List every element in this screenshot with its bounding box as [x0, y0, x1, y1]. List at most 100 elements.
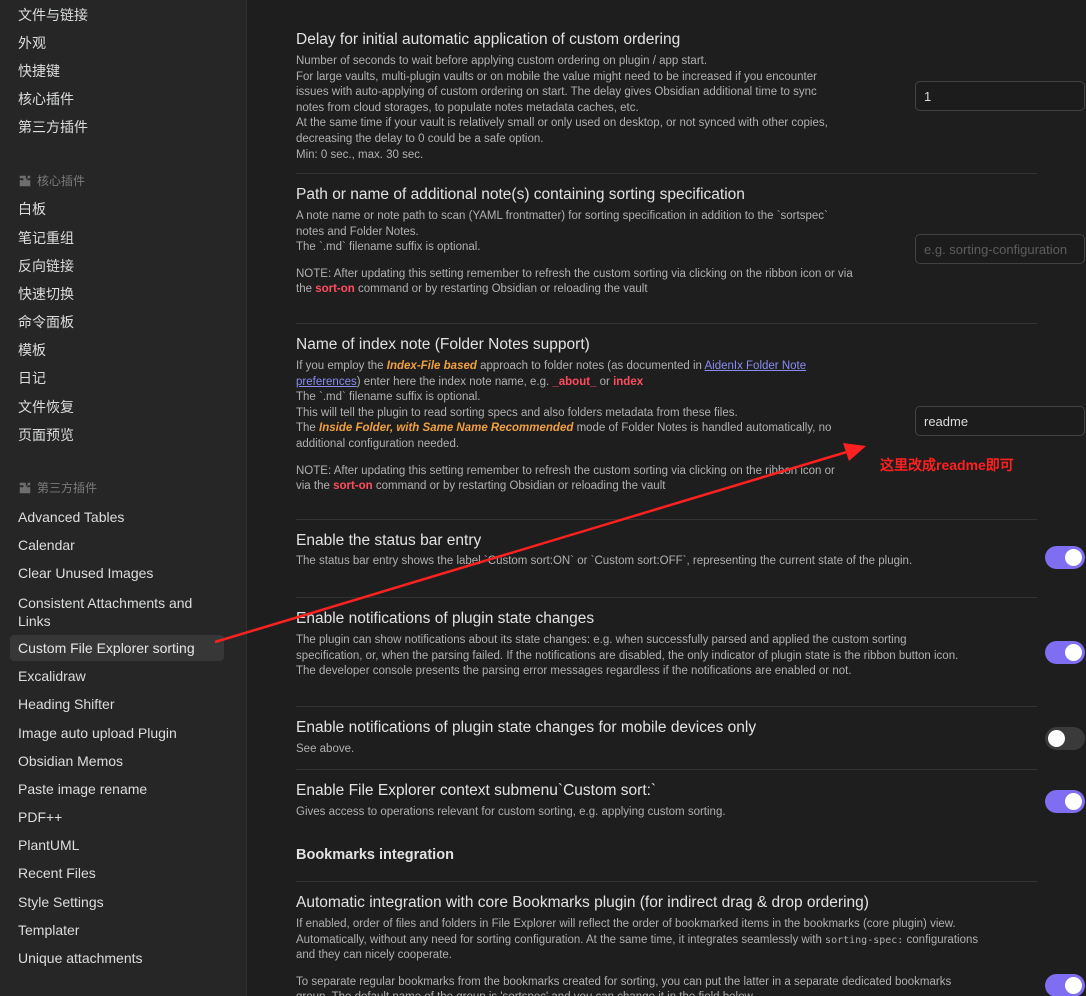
- sidebar-item-calendar[interactable]: Calendar: [10, 532, 224, 558]
- settings-sidebar: 文件与链接 外观 快捷键 核心插件 第三方插件 核心插件 白板 笔记重组 反向链接 快速切换命…: [0, 0, 247, 996]
- toggle-knob: [1065, 549, 1082, 566]
- setting-title: Delay for initial automatic application …: [296, 31, 681, 48]
- desc-text: The: [296, 422, 320, 435]
- toggle-knob: [1065, 977, 1082, 994]
- setting-status-bar: Enable the status bar entry The status b…: [296, 520, 1085, 598]
- desc-line: For large vaults, multi-plugin vaults or…: [296, 70, 817, 114]
- delay-input[interactable]: [915, 81, 1085, 111]
- setting-description: The status bar entry shows the label `Cu…: [296, 555, 913, 567]
- sidebar-item-item[interactable]: 反向链接: [10, 253, 224, 279]
- desc-text: If you employ the: [296, 360, 387, 372]
- setting-description: If enabled, order of files and folders i…: [296, 917, 986, 996]
- sidebar-item-item[interactable]: 日记: [10, 365, 224, 391]
- desc-line: This will tell the plugin to read sortin…: [296, 406, 738, 419]
- sidebar-item-item[interactable]: 笔记重组: [10, 225, 224, 251]
- puzzle-icon: [19, 482, 31, 494]
- setting-title: Automatic integration with core Bookmark…: [296, 894, 869, 911]
- sidebar-item-item[interactable]: 快速切换: [10, 281, 224, 307]
- community-plugins-header: 第三方插件: [18, 479, 97, 497]
- sidebar-item-item[interactable]: 白板: [10, 196, 224, 222]
- desc-text: ) enter here the index note name, e.g.: [356, 375, 553, 388]
- toggle-knob: [1065, 644, 1082, 661]
- example-keyword: _about_: [552, 375, 597, 388]
- setting-title: Name of index note (Folder Notes support…: [296, 336, 590, 353]
- setting-title: Enable the status bar entry: [296, 532, 482, 549]
- setting-description: Gives access to operations relevant for …: [296, 806, 726, 818]
- setting-notifications: Enable notifications of plugin state cha…: [296, 598, 1085, 707]
- desc-line: The `.md` filename suffix is optional.: [296, 241, 481, 254]
- sidebar-item-plantuml[interactable]: PlantUML: [10, 832, 224, 858]
- note-text: command or by restarting Obsidian or rel…: [372, 480, 666, 493]
- sidebar-item-clear-unused-images[interactable]: Clear Unused Images: [10, 560, 224, 586]
- sidebar-item-item[interactable]: 核心插件: [10, 86, 224, 112]
- puzzle-icon: [19, 175, 31, 187]
- index-note-input[interactable]: [915, 406, 1085, 436]
- sort-on-keyword: sort-on: [333, 480, 373, 493]
- example-keyword: index: [613, 375, 644, 388]
- bookmarks-integration-toggle[interactable]: [1045, 974, 1085, 996]
- setting-context-submenu: Enable File Explorer context submenu`Cus…: [296, 770, 1085, 832]
- sidebar-item-item[interactable]: 页面预览: [10, 422, 224, 448]
- desc-text: or: [596, 375, 614, 388]
- code-inline: sorting-spec:: [825, 934, 904, 946]
- sidebar-item-obsidian-memos[interactable]: Obsidian Memos: [10, 748, 224, 774]
- sidebar-item-pdf[interactable]: PDF++: [10, 804, 224, 830]
- sort-on-keyword: sort-on: [315, 283, 355, 296]
- setting-additional-notes: Path or name of additional note(s) conta…: [296, 174, 1085, 324]
- sidebar-item-heading-shifter[interactable]: Heading Shifter: [10, 691, 224, 717]
- desc-line: At the same time if your vault is relati…: [296, 117, 828, 145]
- setting-title: Enable notifications of plugin state cha…: [296, 719, 757, 736]
- setting-description: See above.: [296, 743, 355, 755]
- sidebar-item-paste-image-rename[interactable]: Paste image rename: [10, 776, 224, 802]
- sidebar-item-item[interactable]: 模板: [10, 337, 224, 363]
- note-line: NOTE: After updating this setting rememb…: [296, 267, 856, 298]
- setting-mobile-notifications: Enable notifications of plugin state cha…: [296, 707, 1085, 770]
- desc-line: To separate regular bookmarks from the b…: [296, 975, 952, 996]
- inside-folder-keyword: Inside Folder, with Same Name Recommende…: [319, 422, 574, 435]
- sidebar-item-templater[interactable]: Templater: [10, 917, 224, 943]
- sidebar-item-item[interactable]: 文件与链接: [10, 2, 224, 28]
- setting-title: Path or name of additional note(s) conta…: [296, 186, 745, 203]
- setting-description: The plugin can show notifications about …: [296, 634, 959, 678]
- index-file-keyword: Index-File based: [386, 360, 477, 372]
- desc-line: Min: 0 sec., max. 30 sec.: [296, 148, 424, 161]
- mobile-notifications-toggle[interactable]: [1045, 727, 1085, 750]
- sidebar-item-unique-attachments[interactable]: Unique attachments: [10, 945, 224, 971]
- sidebar-item-image-auto-upload-plugin[interactable]: Image auto upload Plugin: [10, 720, 224, 746]
- sidebar-item-consistent-attachments-and-links[interactable]: Consistent Attachments and Links: [10, 593, 224, 631]
- annotation-text: 这里改成readme即可: [880, 457, 1014, 473]
- desc-line: If enabled, order of files and folders i…: [296, 917, 986, 964]
- setting-index-note: Name of index note (Folder Notes support…: [296, 324, 1085, 520]
- desc-line: If you employ the Index-File based appro…: [296, 359, 841, 390]
- sidebar-item-style-settings[interactable]: Style Settings: [10, 889, 224, 915]
- desc-line: A note name or note path to scan (YAML f…: [296, 210, 828, 238]
- setting-title: Enable notifications of plugin state cha…: [296, 610, 595, 627]
- status-bar-toggle[interactable]: [1045, 546, 1085, 569]
- core-plugins-header: 核心插件: [18, 172, 85, 190]
- settings-content: Delay for initial automatic application …: [248, 0, 1086, 996]
- sidebar-item-item[interactable]: 文件恢复: [10, 394, 224, 420]
- toggle-knob: [1065, 793, 1082, 810]
- setting-description: Number of seconds to wait before applyin…: [296, 54, 836, 163]
- sidebar-item-excalidraw[interactable]: Excalidraw: [10, 663, 224, 689]
- setting-bookmarks-integration: Automatic integration with core Bookmark…: [296, 882, 1085, 996]
- additional-notes-input[interactable]: [915, 234, 1085, 264]
- notifications-toggle[interactable]: [1045, 641, 1085, 664]
- desc-text: approach to folder notes (as documented …: [476, 360, 705, 372]
- context-submenu-toggle[interactable]: [1045, 790, 1085, 813]
- sidebar-item-item[interactable]: 外观: [10, 30, 224, 56]
- sidebar-item-item[interactable]: 第三方插件: [10, 114, 224, 140]
- sidebar-item-item[interactable]: 命令面板: [10, 309, 224, 335]
- sidebar-item-custom-file-explorer-sorting[interactable]: Custom File Explorer sorting: [10, 635, 224, 661]
- setting-delay: Delay for initial automatic application …: [296, 0, 1085, 174]
- setting-description: A note name or note path to scan (YAML f…: [296, 209, 856, 298]
- core-plugins-header-label: 核心插件: [37, 174, 86, 188]
- setting-description: If you employ the Index-File based appro…: [296, 359, 841, 495]
- sidebar-item-item[interactable]: 快捷键: [10, 58, 224, 84]
- setting-title: Enable File Explorer context submenu`Cus…: [296, 782, 657, 799]
- desc-line: The `.md` filename suffix is optional.: [296, 391, 481, 404]
- sidebar-item-recent-files[interactable]: Recent Files: [10, 860, 224, 886]
- sidebar-item-advanced-tables[interactable]: Advanced Tables: [10, 504, 224, 530]
- desc-line: The Inside Folder, with Same Name Recomm…: [296, 421, 841, 452]
- bookmarks-section-heading: Bookmarks integration: [296, 847, 454, 863]
